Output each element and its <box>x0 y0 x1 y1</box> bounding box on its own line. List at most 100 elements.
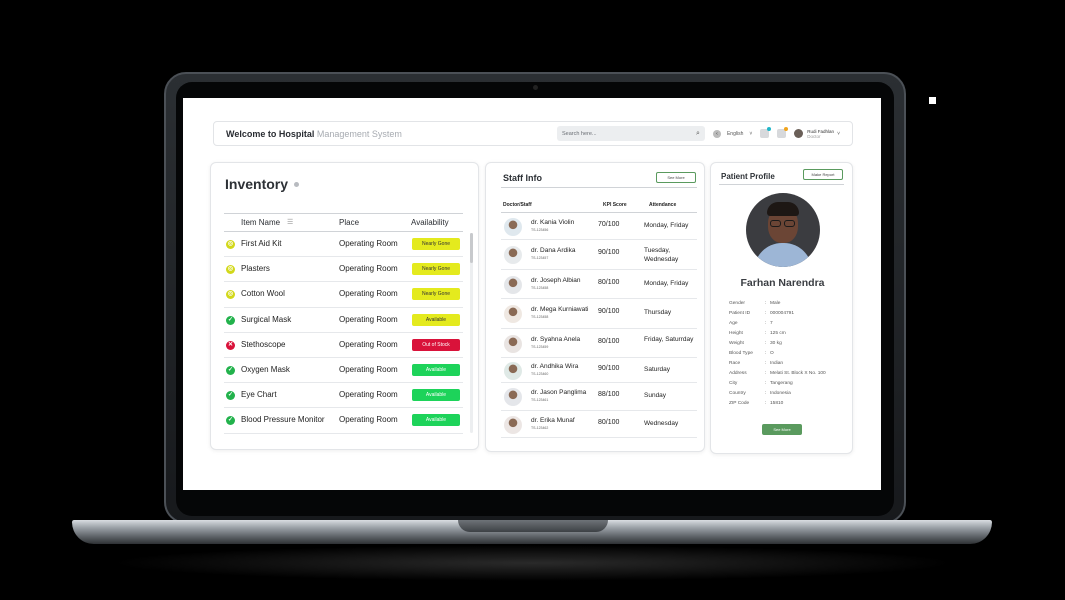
chevron-down-icon: ˅ <box>749 130 753 137</box>
item-name: Oxygen Mask <box>241 364 290 374</box>
item-place: Operating Room <box>339 364 398 374</box>
item-name: First Aid Kit <box>241 239 282 248</box>
table-row[interactable]: dr. Erika Munaf TS-123462 80/100 Wednesday <box>501 411 697 438</box>
avatar <box>504 246 522 264</box>
search-input[interactable]: Search here... ⌕ <box>556 126 705 141</box>
staff-list: dr. Kania Violin TS-123456 70/100 Monday, F… <box>501 214 697 438</box>
staff-name: dr. Erika Munaf <box>531 416 575 424</box>
check-circle-icon: ✓ <box>226 391 235 401</box>
scrollbar-thumb[interactable] <box>470 233 473 263</box>
user-menu[interactable]: Rudi Fadhlan Doctor ˅ <box>794 129 840 139</box>
field-label: Race <box>729 361 741 367</box>
welcome-text: Welcome to Hospital <box>226 128 315 139</box>
item-name: Eye Chart <box>241 390 277 400</box>
table-row[interactable]: dr. Dana Ardika TS-123457 90/100 Tuesday, W… <box>501 240 697 270</box>
item-place: Operating Room <box>339 390 398 400</box>
column-attendance: Attendance <box>649 202 677 208</box>
mail-icon[interactable] <box>777 127 789 138</box>
table-row[interactable]: ✓ Surgical Mask Operating Room Available <box>224 308 463 333</box>
table-row[interactable]: ✓ Blood Pressure Monitor Operating Room Ava… <box>224 408 463 434</box>
column-kpi-score: KPI Score <box>603 202 627 208</box>
page-title: Welcome to Hospital Management System <box>226 129 402 139</box>
app-screen: Welcome to Hospital Management System Se… <box>183 98 881 490</box>
patient-details: Gender: Male Patient ID:000004791 Age:7 Heig… <box>729 298 844 409</box>
patient-field: Weight:30 kg <box>729 338 844 348</box>
table-row[interactable]: ◎ Cotton Wool Operating Room Nearly Gone <box>224 282 463 308</box>
table-row[interactable]: ✓ Oxygen Mask Operating Room Available <box>224 358 463 384</box>
staff-id: TS-123456 <box>531 228 549 232</box>
scrollbar[interactable] <box>470 233 473 433</box>
staff-name: dr. Syahna Anela <box>531 335 581 343</box>
kpi-score: 80/100 <box>598 337 620 345</box>
check-circle-icon: ✓ <box>226 365 235 375</box>
avatar <box>794 129 804 138</box>
avatar <box>504 334 522 353</box>
table-row[interactable]: dr. Andhika Wira TS-123460 90/100 Saturday <box>501 358 697 383</box>
chevron-down-icon: ˅ <box>837 130 840 137</box>
staff-name: dr. Kania Violin <box>531 219 575 226</box>
language-label: English <box>726 130 744 137</box>
field-label: Age <box>729 320 738 326</box>
table-row[interactable]: dr. Syahna Anela TS-123459 80/100 Friday, S… <box>501 329 697 358</box>
item-name: Cotton Wool <box>241 289 285 299</box>
staff-id: TS-123458 <box>531 315 549 319</box>
field-value: O <box>770 351 774 357</box>
field-label: Gender <box>729 300 745 306</box>
staff-id: TS-123458 <box>531 285 549 290</box>
divider <box>719 184 844 185</box>
see-more-button[interactable]: See More <box>656 172 696 183</box>
field-label: Address <box>729 371 747 377</box>
avatar <box>504 275 522 294</box>
inventory-table-header: Item Name ☰ Place Availability <box>224 213 463 232</box>
language-selector[interactable]: ‹ English ˅ <box>712 129 753 138</box>
field-label: ZIP Code <box>729 401 750 407</box>
status-badge: Available <box>412 414 460 427</box>
status-badge: Nearly Gone <box>412 238 460 250</box>
attendance: Friday, Saturrday <box>644 335 694 343</box>
table-row[interactable]: dr. Mega Kurniawati TS-123458 90/100 Thursd… <box>501 299 697 329</box>
staff-id: TS-123461 <box>531 398 549 402</box>
status-badge: Available <box>412 313 460 326</box>
table-row[interactable]: ◎ First Aid Kit Operating Room Nearly Gone <box>224 232 463 258</box>
check-circle-icon: ✓ <box>226 315 235 325</box>
table-row[interactable]: dr. Kania Violin TS-123456 70/100 Monday, F… <box>501 214 697 240</box>
table-row[interactable]: ✓ Eye Chart Operating Room Available <box>224 383 463 409</box>
inventory-title: Inventory <box>225 176 289 192</box>
avatar <box>504 415 522 434</box>
staff-id: TS-123462 <box>531 425 549 430</box>
item-name: Plasters <box>241 264 270 274</box>
column-item-name[interactable]: Item Name <box>241 218 280 227</box>
sort-icon[interactable]: ☰ <box>287 218 293 226</box>
field-label: Weight <box>729 340 744 346</box>
kpi-score: 80/100 <box>598 418 620 426</box>
staff-info-title: Staff Info <box>503 173 542 183</box>
make-report-button[interactable]: Make Report <box>803 169 843 180</box>
avatar <box>504 361 522 380</box>
patient-field: Country: Indonesia <box>729 389 844 399</box>
field-value: Indian <box>770 361 784 367</box>
welcome-subtitle: Management System <box>316 128 402 139</box>
warning-circle-icon: ◎ <box>226 265 235 275</box>
field-value: 000004791 <box>770 310 795 316</box>
item-place: Operating Room <box>339 314 398 324</box>
table-row[interactable]: ◎ Plasters Operating Room Nearly Gone <box>224 257 463 283</box>
patient-field: Race: Indian <box>729 359 844 369</box>
attendance: Wednesday <box>644 419 679 427</box>
avatar <box>504 218 522 236</box>
staff-table-header: Doctor/Staff KPI Score Attendance <box>501 199 697 213</box>
check-circle-icon: ✓ <box>226 416 235 426</box>
table-row[interactable]: ✕ Stethoscope Operating Room Out of Stock <box>224 333 463 358</box>
warning-circle-icon: ◎ <box>226 240 235 249</box>
table-row[interactable]: dr. Joseph Albian TS-123458 80/100 Monday, … <box>501 270 697 299</box>
search-icon[interactable]: ⌕ <box>696 130 700 138</box>
table-row[interactable]: dr. Jason Panglima TS-123461 88/100 Sunday <box>501 383 697 411</box>
field-label: Country <box>729 391 746 397</box>
column-availability: Availability <box>411 218 449 227</box>
item-name: Surgical Mask <box>241 314 292 324</box>
attendance: Sunday <box>644 392 667 399</box>
laptop-notch <box>458 520 608 532</box>
notification-bell-icon[interactable] <box>760 127 772 138</box>
top-bar: Welcome to Hospital Management System Se… <box>213 121 853 146</box>
see-more-button[interactable]: See More <box>762 424 802 435</box>
info-dot-icon <box>294 181 300 187</box>
